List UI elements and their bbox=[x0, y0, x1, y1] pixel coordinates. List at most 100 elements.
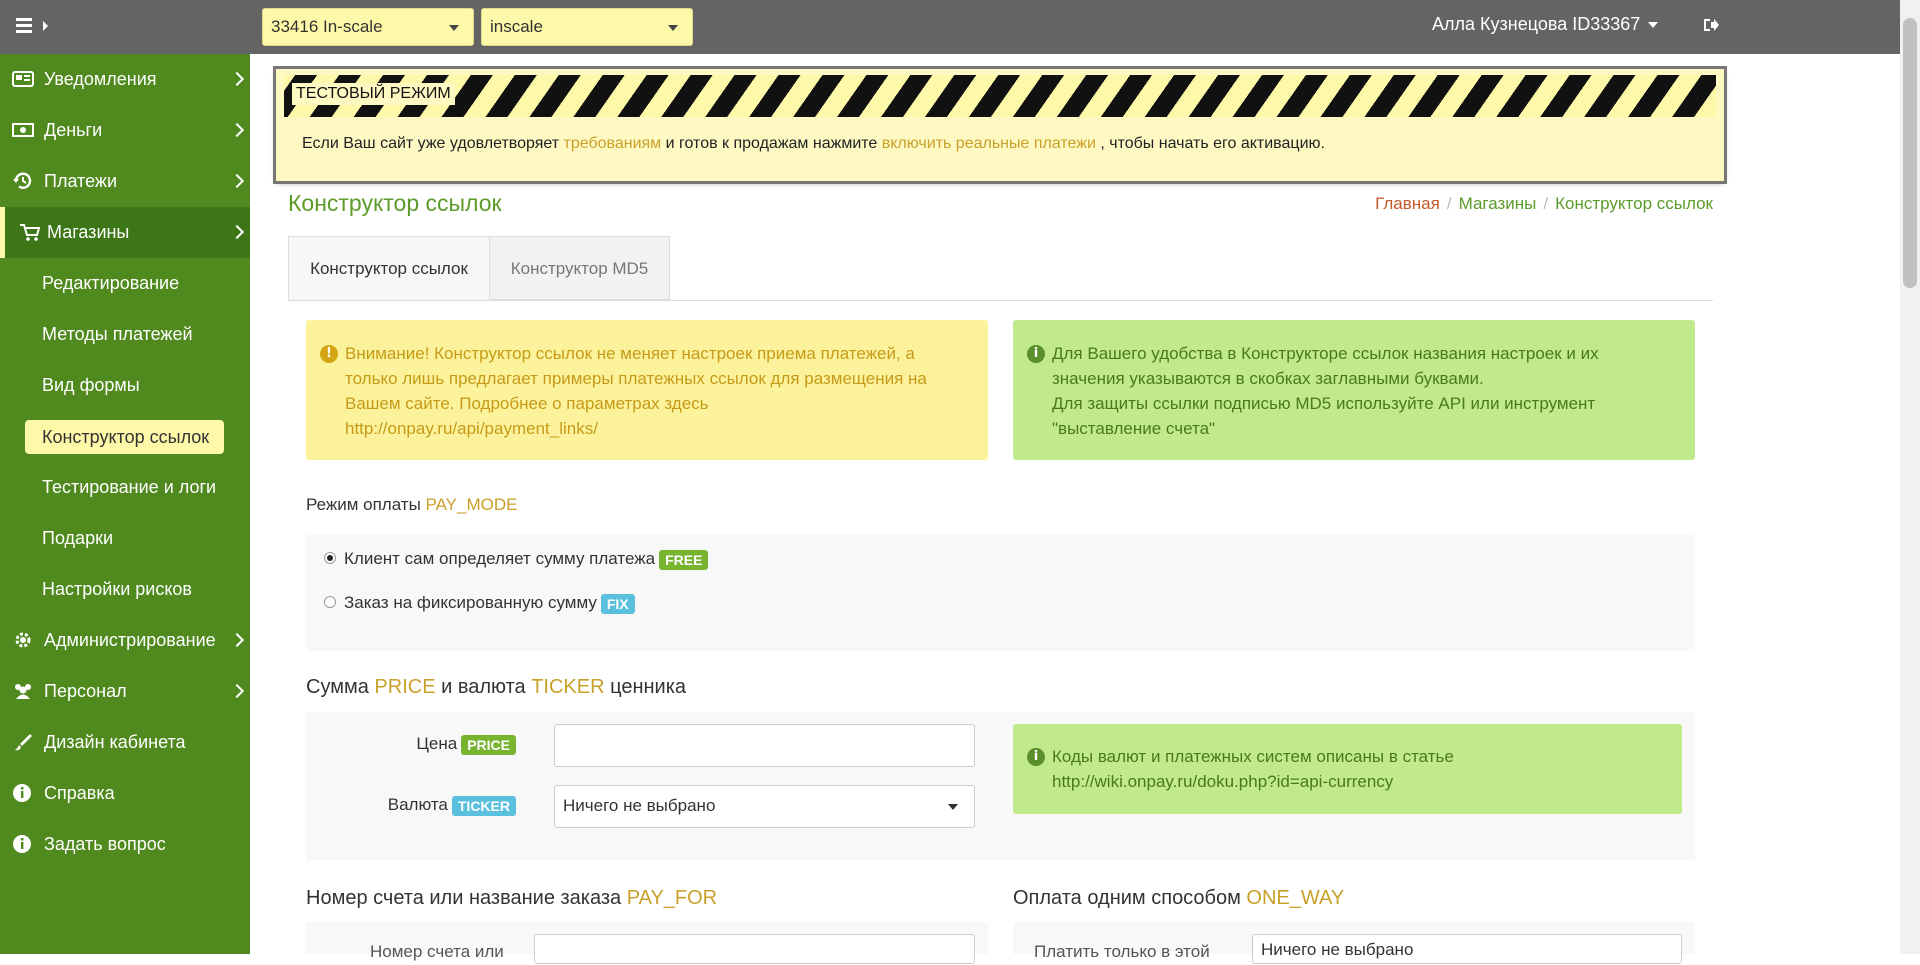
sidebar-item-money[interactable]: Деньги bbox=[0, 105, 250, 156]
pay-mode-fix-option[interactable]: Заказ на фиксированную сумму FIX bbox=[324, 593, 635, 614]
sidebar-item-label: Платежи bbox=[44, 171, 118, 191]
gear-icon bbox=[15, 632, 31, 648]
tab-md5-builder[interactable]: Конструктор MD5 bbox=[490, 236, 670, 300]
sidebar-subitem-label: Настройки рисков bbox=[42, 579, 192, 599]
cart-icon bbox=[20, 224, 41, 241]
chevron-down-icon bbox=[948, 804, 958, 810]
test-mode-text: Если Ваш сайт уже удовлетворяет требован… bbox=[302, 135, 1325, 152]
test-mode-tag: ТЕСТОВЫЙ РЕЖИМ bbox=[292, 83, 455, 105]
one-way-heading: Оплата одним способом ONE_WAY bbox=[1013, 887, 1345, 909]
radio-button-checked[interactable] bbox=[324, 551, 336, 564]
requirements-link[interactable]: требованиям bbox=[564, 135, 662, 152]
chevron-down-icon bbox=[1648, 22, 1659, 29]
sidebar-subitem-form-view[interactable]: Вид формы bbox=[0, 360, 250, 411]
info-alert: i Для Вашего удобства в Конструкторе ссы… bbox=[1013, 320, 1695, 460]
sidebar-subitem-payment-methods[interactable]: Методы платежей bbox=[0, 309, 250, 360]
newspaper-icon bbox=[12, 71, 34, 87]
user-name: Алла Кузнецова ID33367 bbox=[1432, 14, 1641, 34]
page-title: Конструктор ссылок bbox=[288, 190, 502, 216]
sidebar-subitem-label: Тестирование и логи bbox=[42, 477, 217, 497]
caret-right-icon bbox=[43, 21, 48, 31]
sidebar-item-label: Персонал bbox=[44, 681, 127, 701]
price-field-label: Цена PRICE bbox=[380, 734, 516, 755]
sidebar-subitem-label: Вид формы bbox=[42, 375, 140, 395]
sidebar-item-notifications[interactable]: Уведомления bbox=[0, 54, 250, 105]
sidebar-item-shops[interactable]: Магазины bbox=[0, 207, 250, 258]
sidebar-item-payments[interactable]: Платежи bbox=[0, 156, 250, 207]
breadcrumb-home-link[interactable]: Главная bbox=[1375, 194, 1440, 213]
sidebar-subitem-label: Методы платежей bbox=[42, 324, 193, 344]
sidebar-subitem-edit[interactable]: Редактирование bbox=[0, 258, 250, 309]
chevron-right-icon bbox=[229, 173, 245, 189]
pay-for-field-label: Номер счета или bbox=[370, 942, 504, 961]
radio-button[interactable] bbox=[324, 595, 336, 608]
price-input[interactable] bbox=[554, 724, 975, 767]
breadcrumb-current: Конструктор ссылок bbox=[1555, 194, 1713, 213]
chevron-right-icon bbox=[229, 683, 245, 699]
chevron-down-icon bbox=[668, 25, 678, 31]
enable-real-payments-link[interactable]: включить реальные платежи bbox=[882, 135, 1096, 152]
sidebar: Уведомления Деньги Платежи Магазины Реда… bbox=[0, 54, 250, 954]
sidebar-subitem-testing-logs[interactable]: Тестирование и логи bbox=[0, 462, 250, 513]
currency-select[interactable]: Ничего не выбрано bbox=[554, 785, 975, 828]
one-way-select[interactable]: Ничего не выбрано bbox=[1252, 934, 1682, 964]
chevron-right-icon bbox=[229, 71, 245, 87]
shop-select[interactable]: 33416 In-scale bbox=[262, 8, 474, 46]
currency-docs-link[interactable]: http://wiki.onpay.ru/doku.php?id=api-cur… bbox=[1052, 769, 1662, 794]
sidebar-item-label: Администрирование bbox=[44, 630, 216, 650]
chevron-right-icon bbox=[229, 632, 245, 648]
warning-stripes bbox=[284, 75, 1716, 117]
shop-name-select[interactable]: inscale bbox=[481, 8, 693, 46]
chevron-right-icon bbox=[229, 224, 245, 240]
sidebar-item-help[interactable]: Справка bbox=[0, 768, 250, 819]
free-badge: FREE bbox=[659, 549, 709, 570]
payment-links-docs-link[interactable]: http://onpay.ru/api/payment_links/ bbox=[345, 416, 968, 441]
sidebar-item-label: Деньги bbox=[44, 120, 103, 140]
pay-for-heading: Номер счета или название заказа PAY_FOR bbox=[306, 887, 718, 909]
logout-icon[interactable] bbox=[1702, 16, 1720, 34]
sidebar-item-administration[interactable]: Администрирование bbox=[0, 615, 250, 666]
scrollbar-thumb[interactable] bbox=[1903, 18, 1917, 288]
info-icon: i bbox=[1027, 748, 1045, 766]
test-mode-banner: ТЕСТОВЫЙ РЕЖИМ Если Ваш сайт уже удовлет… bbox=[276, 69, 1724, 181]
sidebar-subitem-link-builder[interactable]: Конструктор ссылок bbox=[0, 411, 250, 462]
currency-info-alert: i Коды валют и платежных систем описаны … bbox=[1013, 724, 1682, 814]
sidebar-item-label: Задать вопрос bbox=[44, 834, 166, 854]
pay-for-input[interactable] bbox=[534, 934, 975, 964]
fix-badge: FIX bbox=[600, 593, 635, 614]
tab-link-builder[interactable]: Конструктор ссылок bbox=[288, 236, 490, 300]
shop-name-select-value: inscale bbox=[490, 17, 543, 36]
brush-icon bbox=[15, 734, 32, 751]
sidebar-item-label: Справка bbox=[44, 783, 115, 803]
pay-mode-label: Режим оплаты PAY_MODE bbox=[306, 495, 518, 514]
sidebar-item-label: Дизайн кабинета bbox=[44, 732, 186, 752]
menu-toggle-button[interactable] bbox=[16, 15, 50, 39]
money-icon bbox=[12, 123, 34, 137]
info-icon bbox=[13, 784, 31, 802]
sidebar-item-staff[interactable]: Персонал bbox=[0, 666, 250, 717]
pay-mode-free-option[interactable]: Клиент сам определяет сумму платежа FREE bbox=[324, 549, 709, 570]
hamburger-icon bbox=[16, 18, 32, 21]
sidebar-item-label: Магазины bbox=[47, 222, 130, 242]
shop-select-value: 33416 In-scale bbox=[271, 17, 383, 36]
breadcrumb-shops-link[interactable]: Магазины bbox=[1459, 194, 1537, 213]
info-icon: i bbox=[1027, 345, 1045, 363]
users-icon bbox=[15, 684, 31, 699]
warning-alert: ! Внимание! Конструктор ссылок не меняет… bbox=[306, 320, 988, 460]
sidebar-subitem-risk-settings[interactable]: Настройки рисков bbox=[0, 564, 250, 615]
sidebar-item-label: Уведомления bbox=[44, 69, 157, 89]
info-icon bbox=[13, 835, 31, 853]
sidebar-subitem-label: Редактирование bbox=[42, 273, 180, 293]
sidebar-subitem-label: Конструктор ссылок bbox=[25, 420, 224, 454]
sidebar-item-ask-question[interactable]: Задать вопрос bbox=[0, 819, 250, 870]
sidebar-subitem-label: Подарки bbox=[42, 528, 114, 548]
chevron-right-icon bbox=[229, 122, 245, 138]
user-menu[interactable]: Алла Кузнецова ID33367 bbox=[1432, 14, 1659, 35]
top-bar: 33416 In-scale inscale Алла Кузнецова ID… bbox=[0, 0, 1900, 54]
ticker-badge: TICKER bbox=[451, 795, 516, 816]
history-icon bbox=[13, 172, 32, 189]
sidebar-item-design[interactable]: Дизайн кабинета bbox=[0, 717, 250, 768]
sidebar-subitem-gifts[interactable]: Подарки bbox=[0, 513, 250, 564]
one-way-field-label: Платить только в этой bbox=[1034, 942, 1210, 961]
price-section-heading: Сумма PRICE и валюта TICKER ценника bbox=[306, 676, 687, 698]
